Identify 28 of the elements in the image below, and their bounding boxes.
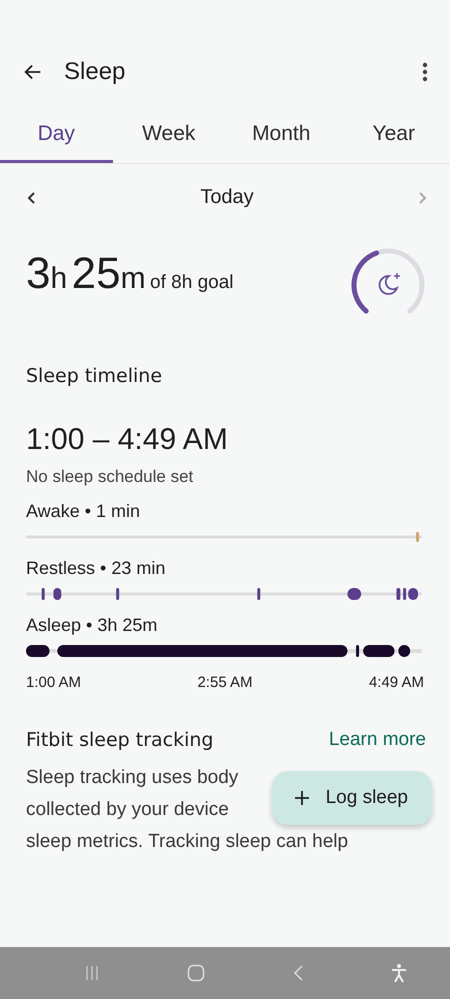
page-title: Sleep: [64, 58, 126, 86]
stage-label: Restless • 23 min: [26, 558, 166, 579]
period-tab[interactable]: Week: [112, 112, 225, 163]
period-tab[interactable]: Month: [225, 112, 338, 163]
recent-apps-icon[interactable]: [84, 965, 100, 981]
period-tab[interactable]: Day: [0, 112, 112, 163]
schedule-note: No sleep schedule set: [26, 467, 194, 487]
accessibility-icon[interactable]: [390, 963, 406, 983]
time-axis-label: 4:49 AM: [368, 674, 424, 691]
log-sleep-button[interactable]: Log sleep: [272, 771, 432, 825]
description-line: sleep metrics. Tracking sleep can help: [26, 830, 348, 854]
section-title: Sleep timeline: [26, 365, 164, 387]
back-nav-icon[interactable]: [292, 964, 304, 982]
sleep-duration: 3h 25m of 8h goal: [26, 249, 234, 299]
period-tab[interactable]: Year: [338, 112, 450, 163]
time-axis-label: 1:00 AM: [26, 674, 82, 691]
description-line: collected by your device: [26, 798, 229, 822]
description-line: Sleep tracking uses body: [26, 766, 238, 790]
learn-more-link[interactable]: Learn more: [328, 729, 426, 751]
sleep-time-range: 1:00 – 4:49 AM: [26, 423, 229, 457]
stage-label: Awake • 1 min: [26, 501, 142, 522]
stage-label: Asleep • 3h 25m: [26, 615, 158, 636]
more-options-icon[interactable]: [422, 62, 428, 82]
plus-icon: [294, 790, 310, 806]
section-title: Fitbit sleep tracking: [26, 729, 214, 751]
home-icon[interactable]: [186, 964, 204, 982]
date-label: Today: [200, 186, 254, 209]
time-axis-label: 2:55 AM: [197, 674, 253, 691]
